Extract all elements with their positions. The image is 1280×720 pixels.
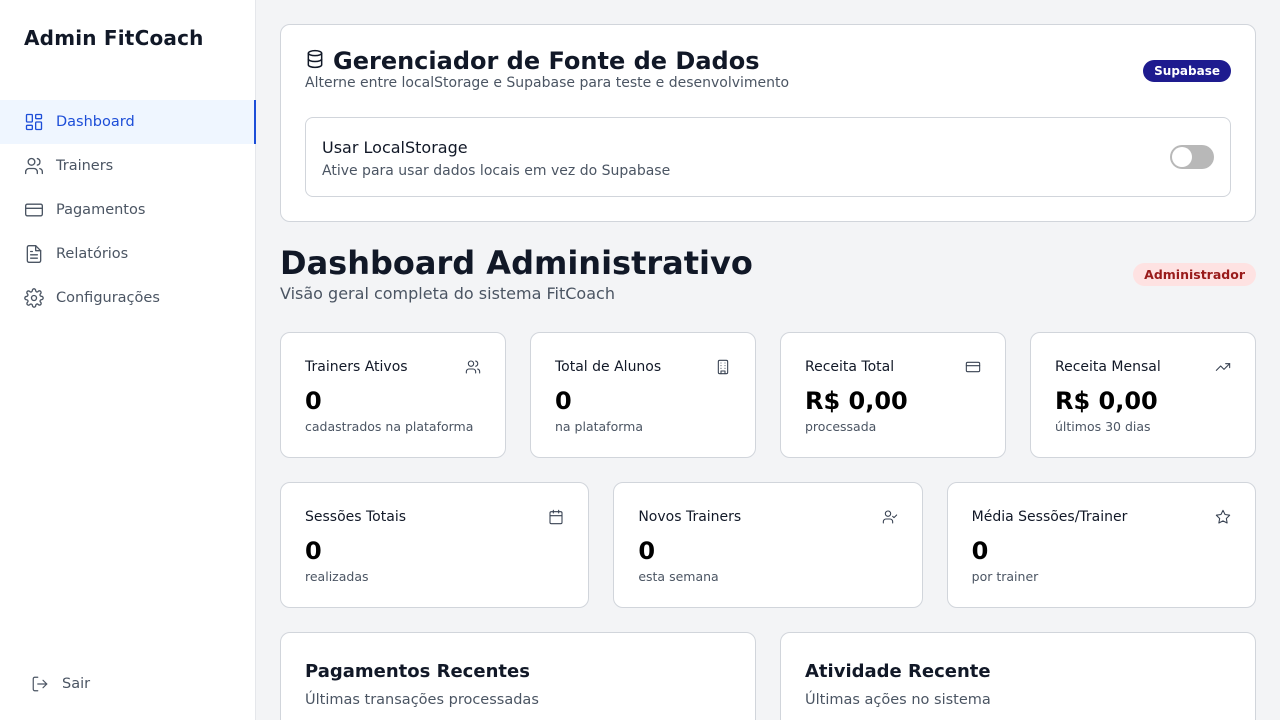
sidebar-item-dashboard[interactable]: Dashboard bbox=[0, 100, 256, 144]
stat-subtitle: realizadas bbox=[305, 569, 369, 584]
stats-row-2: Sessões Totais 0 realizadas Novos Traine… bbox=[280, 482, 1256, 608]
sidebar-item-label: Relatórios bbox=[56, 246, 129, 262]
stat-value: 0 bbox=[305, 537, 322, 565]
stat-card-trainers-ativos: Trainers Ativos 0 cadastrados na platafo… bbox=[280, 332, 506, 458]
stat-card-sessoes-totais: Sessões Totais 0 realizadas bbox=[280, 482, 590, 608]
brand-title: Admin FitCoach bbox=[24, 26, 204, 50]
localstorage-title: Usar LocalStorage bbox=[322, 138, 468, 157]
logout-button[interactable]: Sair bbox=[0, 662, 256, 706]
stat-subtitle: últimos 30 dias bbox=[1055, 419, 1151, 434]
credit-card-icon bbox=[24, 200, 44, 220]
stat-label: Trainers Ativos bbox=[305, 359, 408, 375]
stat-value: 0 bbox=[971, 537, 989, 565]
stat-card-receita-total: Receita Total R$ 0,00 processada bbox=[780, 332, 1006, 458]
sidebar-item-relatorios[interactable]: Relatórios bbox=[0, 232, 256, 276]
page-title: Dashboard Administrativo bbox=[280, 244, 753, 282]
dashboard-header: Dashboard Administrativo Visão geral com… bbox=[280, 222, 1256, 332]
logout-icon bbox=[30, 674, 50, 694]
sidebar-item-label: Configurações bbox=[56, 290, 160, 306]
sidebar-item-label: Trainers bbox=[56, 158, 114, 174]
gear-icon bbox=[24, 288, 44, 308]
credit-card-icon bbox=[965, 359, 981, 375]
stat-subtitle: processada bbox=[805, 419, 877, 434]
stat-label: Novos Trainers bbox=[638, 509, 742, 525]
star-icon bbox=[1215, 509, 1231, 525]
recent-row: Pagamentos Recentes Últimas transações p… bbox=[280, 632, 1256, 720]
stats-row-1: Trainers Ativos 0 cadastrados na platafo… bbox=[280, 332, 1256, 458]
recent-payments-title: Pagamentos Recentes bbox=[305, 661, 530, 682]
stat-value: R$ 0,00 bbox=[805, 387, 908, 415]
recent-payments-subtitle: Últimas transações processadas bbox=[305, 692, 539, 708]
localstorage-subtitle: Ative para usar dados locais em vez do S… bbox=[322, 163, 671, 179]
stat-label: Sessões Totais bbox=[305, 509, 407, 525]
stat-card-media-sessoes: Média Sessões/Trainer 0 por trainer bbox=[946, 482, 1256, 608]
sidebar: Admin FitCoach Dashboard Trainers Pagame… bbox=[0, 0, 256, 720]
sidebar-item-pagamentos[interactable]: Pagamentos bbox=[0, 188, 256, 232]
stat-subtitle: cadastrados na plataforma bbox=[305, 419, 474, 434]
recent-payments-card: Pagamentos Recentes Últimas transações p… bbox=[280, 632, 756, 720]
main-content: Gerenciador de Fonte de Dados Alterne en… bbox=[280, 24, 1256, 720]
recent-activity-title: Atividade Recente bbox=[805, 661, 991, 682]
sidebar-item-label: Pagamentos bbox=[56, 202, 146, 218]
stat-card-receita-mensal: Receita Mensal R$ 0,00 últimos 30 dias bbox=[1030, 332, 1256, 458]
dashboard-icon bbox=[24, 112, 44, 132]
page-subtitle: Visão geral completa do sistema FitCoach bbox=[280, 284, 615, 303]
datasource-subtitle: Alterne entre localStorage e Supabase pa… bbox=[305, 75, 790, 91]
recent-activity-card: Atividade Recente Últimas ações no siste… bbox=[780, 632, 1256, 720]
toggle-knob bbox=[1172, 147, 1192, 167]
datasource-title-text: Gerenciador de Fonte de Dados bbox=[333, 47, 760, 75]
sidebar-item-label: Dashboard bbox=[56, 114, 135, 130]
sidebar-item-configuracoes[interactable]: Configurações bbox=[0, 276, 256, 320]
stat-label: Média Sessões/Trainer bbox=[971, 509, 1128, 525]
stat-value: 0 bbox=[555, 387, 572, 415]
logout-area: Sair bbox=[0, 662, 256, 706]
calendar-icon bbox=[548, 509, 564, 525]
stat-label: Receita Total bbox=[805, 359, 895, 375]
users-icon bbox=[24, 156, 44, 176]
user-check-icon bbox=[882, 509, 898, 525]
datasource-title: Gerenciador de Fonte de Dados bbox=[305, 47, 759, 75]
stat-card-novos-trainers: Novos Trainers 0 esta semana bbox=[613, 482, 923, 608]
file-text-icon bbox=[24, 244, 44, 264]
building-icon bbox=[715, 359, 731, 375]
localstorage-setting: Usar LocalStorage Ative para usar dados … bbox=[305, 117, 1231, 197]
users-icon bbox=[465, 359, 481, 375]
stat-label: Total de Alunos bbox=[555, 359, 662, 375]
stat-label: Receita Mensal bbox=[1055, 359, 1161, 375]
sidebar-nav: Dashboard Trainers Pagamentos Relatórios… bbox=[0, 100, 256, 320]
recent-activity-subtitle: Últimas ações no sistema bbox=[805, 692, 991, 708]
stat-value: 0 bbox=[638, 537, 656, 565]
trending-up-icon bbox=[1215, 359, 1231, 375]
stat-card-total-alunos: Total de Alunos 0 na plataforma bbox=[530, 332, 756, 458]
database-icon bbox=[305, 47, 333, 75]
stat-subtitle: esta semana bbox=[638, 569, 719, 584]
localstorage-toggle[interactable] bbox=[1170, 145, 1214, 169]
stat-value: 0 bbox=[305, 387, 322, 415]
stat-subtitle: na plataforma bbox=[555, 419, 643, 434]
sidebar-item-trainers[interactable]: Trainers bbox=[0, 144, 256, 188]
logout-label: Sair bbox=[62, 676, 91, 692]
stat-subtitle: por trainer bbox=[971, 569, 1039, 584]
stat-value: R$ 0,00 bbox=[1055, 387, 1158, 415]
role-badge: Administrador bbox=[1133, 263, 1256, 286]
datasource-card: Gerenciador de Fonte de Dados Alterne en… bbox=[280, 24, 1256, 222]
supabase-badge: Supabase bbox=[1143, 60, 1231, 82]
